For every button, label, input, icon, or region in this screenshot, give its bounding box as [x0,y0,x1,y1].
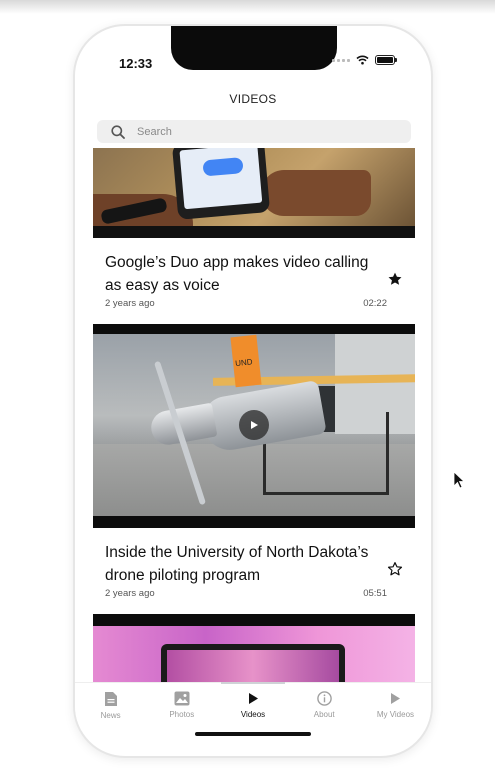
video-card-info[interactable]: Google’s Duo app makes video calling as … [93,238,415,324]
video-duration: 02:22 [363,298,387,309]
cellular-signal-icon [332,58,350,62]
video-title[interactable]: Inside the University of North Dakota’s … [105,541,375,587]
video-age: 2 years ago [105,298,155,309]
tab-label: News [100,711,121,720]
video-duration: 05:51 [363,588,387,599]
tab-about[interactable]: About [289,683,360,731]
thumbnail-tag-text: UND [234,357,253,369]
play-icon [249,693,258,704]
video-feed[interactable]: Google’s Duo app makes video calling as … [93,148,415,686]
tab-videos[interactable]: Videos [217,682,288,731]
search-bar[interactable] [97,120,411,143]
tab-my-videos[interactable]: My Videos [360,683,431,731]
battery-icon [375,55,397,65]
video-card-info[interactable]: Inside the University of North Dakota’s … [93,528,415,614]
phone-notch [171,26,337,70]
tab-label: My Videos [376,710,415,719]
tab-photos[interactable]: Photos [146,683,217,731]
tab-label: Photos [169,710,195,719]
status-time: 12:33 [119,56,153,71]
thumbnail-tag: UND [230,334,262,388]
video-title[interactable]: Google’s Duo app makes video calling as … [105,251,375,297]
info-icon [316,691,332,706]
home-indicator [195,732,311,736]
video-thumbnail[interactable] [93,614,415,686]
search-icon [111,124,125,139]
mouse-cursor-icon [453,471,465,489]
status-icons [332,55,397,65]
video-thumbnail[interactable] [93,148,415,238]
document-icon [104,692,117,706]
tab-label: Videos [240,710,266,719]
star-filled-icon[interactable] [387,271,403,287]
play-icon [391,693,401,704]
search-input[interactable] [135,124,379,139]
play-icon [251,421,258,429]
video-thumbnail[interactable]: UND [93,324,415,528]
phone-frame: 12:33 VIDEOS Google’s Duo app makes vide… [73,24,433,758]
video-age: 2 years ago [105,588,155,599]
tab-label: About [313,710,335,719]
play-button[interactable] [239,410,269,440]
tab-news[interactable]: News [75,683,146,731]
star-outline-icon[interactable] [387,561,403,577]
page-title: VIDEOS [229,92,277,106]
image-icon [174,691,190,706]
window-top-shadow [0,0,495,14]
tab-bar: News Photos Videos About My Videos [75,682,431,731]
wifi-icon [356,55,369,65]
